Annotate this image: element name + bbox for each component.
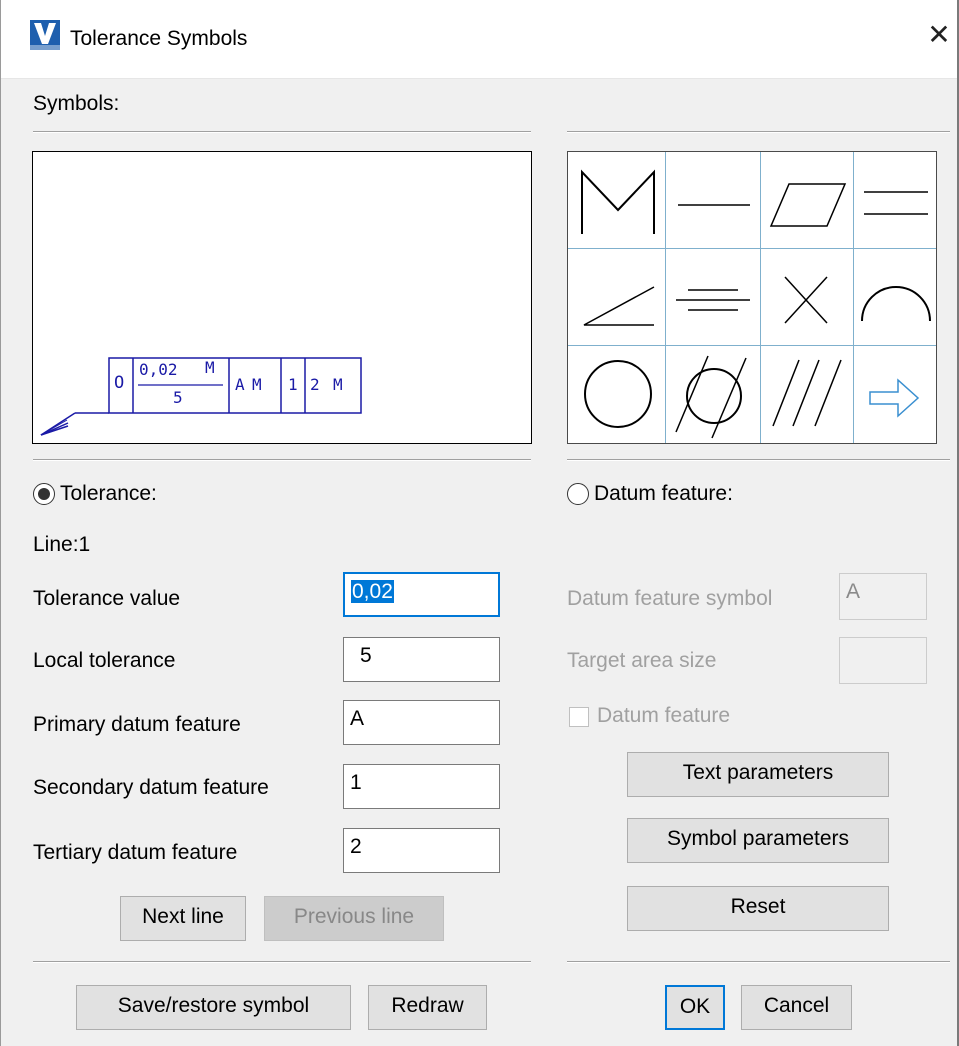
preview-symbol: O: [114, 373, 125, 393]
separator: [567, 459, 950, 461]
separator: [33, 961, 531, 963]
primary-datum-label: Primary datum feature: [33, 713, 241, 736]
target-area-size-field[interactable]: [839, 637, 927, 684]
preview-tertiary-datum: 2: [310, 375, 320, 394]
position-icon[interactable]: [761, 249, 854, 346]
preview-primary-datum: A: [235, 375, 245, 394]
separator: [33, 131, 531, 133]
preview-local-tolerance: 5: [173, 388, 183, 407]
tolerance-frame-preview: [40, 357, 362, 436]
datum-feature-checkbox-label: Datum feature: [597, 704, 731, 727]
datum-feature-symbol-label: Datum feature symbol: [567, 587, 773, 610]
datum-feature-symbol-text: A: [846, 580, 861, 603]
text-parameters-button[interactable]: Text parameters: [627, 752, 889, 797]
symmetry-icon[interactable]: [666, 249, 761, 346]
straightness-icon[interactable]: [666, 152, 761, 249]
datum-feature-radio[interactable]: [567, 483, 589, 505]
cancel-button[interactable]: Cancel: [741, 985, 852, 1030]
symbols-label: Symbols:: [33, 92, 120, 115]
next-line-button[interactable]: Next line: [120, 896, 246, 941]
tolerance-radio-label[interactable]: Tolerance:: [60, 482, 157, 506]
primary-datum-text: A: [350, 707, 365, 730]
tolerance-radio[interactable]: [33, 483, 55, 505]
separator: [567, 961, 950, 963]
secondary-datum-text: 1: [350, 771, 362, 794]
symbol-preview-panel: O 0,02 M 5 A M 1 2 M: [32, 151, 532, 444]
preview-primary-modifier: M: [252, 375, 262, 394]
line-label: Line:1: [33, 533, 91, 556]
ok-button[interactable]: OK: [665, 985, 725, 1030]
tolerance-value-field[interactable]: 0,02: [343, 572, 500, 617]
secondary-datum-label: Secondary datum feature: [33, 776, 269, 799]
tertiary-datum-field[interactable]: 2: [343, 828, 500, 873]
preview-tolerance-value: 0,02: [139, 360, 178, 379]
total-runout-icon[interactable]: [761, 346, 854, 443]
previous-line-button[interactable]: Previous line: [264, 896, 444, 941]
close-icon[interactable]: ✕: [924, 20, 954, 50]
separator: [567, 131, 950, 133]
cylindricity-icon[interactable]: [666, 346, 761, 443]
redraw-button[interactable]: Redraw: [368, 985, 487, 1030]
local-tolerance-label: Local tolerance: [33, 649, 176, 672]
profile-of-line-icon[interactable]: [854, 249, 936, 346]
app-logo-icon: [30, 20, 60, 50]
local-tolerance-field[interactable]: 5: [343, 637, 500, 682]
window-title: Tolerance Symbols: [70, 27, 248, 50]
datum-feature-checkbox[interactable]: [569, 707, 589, 727]
preview-secondary-datum: 1: [288, 375, 298, 394]
tertiary-datum-label: Tertiary datum feature: [33, 841, 238, 864]
secondary-datum-field[interactable]: 1: [343, 764, 500, 809]
local-tolerance-text: 5: [360, 644, 372, 667]
datum-feature-radio-label[interactable]: Datum feature:: [594, 482, 733, 506]
circularity-icon[interactable]: [568, 346, 666, 443]
next-page-arrow-icon[interactable]: [854, 346, 936, 443]
symbol-grid: [567, 151, 937, 444]
target-area-size-label: Target area size: [567, 649, 717, 672]
maximum-material-icon[interactable]: [568, 152, 666, 249]
flatness-icon[interactable]: [761, 152, 854, 249]
preview-modifier: M: [205, 358, 215, 377]
tertiary-datum-text: 2: [350, 835, 362, 858]
symbol-parameters-button[interactable]: Symbol parameters: [627, 818, 889, 863]
tolerance-value-text: 0,02: [351, 580, 394, 603]
datum-feature-symbol-field[interactable]: A: [839, 573, 927, 620]
separator: [33, 459, 531, 461]
preview-tertiary-modifier: M: [333, 375, 343, 394]
primary-datum-field[interactable]: A: [343, 700, 500, 745]
save-restore-symbol-button[interactable]: Save/restore symbol: [76, 985, 351, 1030]
angularity-icon[interactable]: [568, 249, 666, 346]
tolerance-value-label: Tolerance value: [33, 587, 181, 610]
parallelism-icon[interactable]: [854, 152, 936, 249]
reset-button[interactable]: Reset: [627, 886, 889, 931]
window-border: [0, 0, 1, 1046]
